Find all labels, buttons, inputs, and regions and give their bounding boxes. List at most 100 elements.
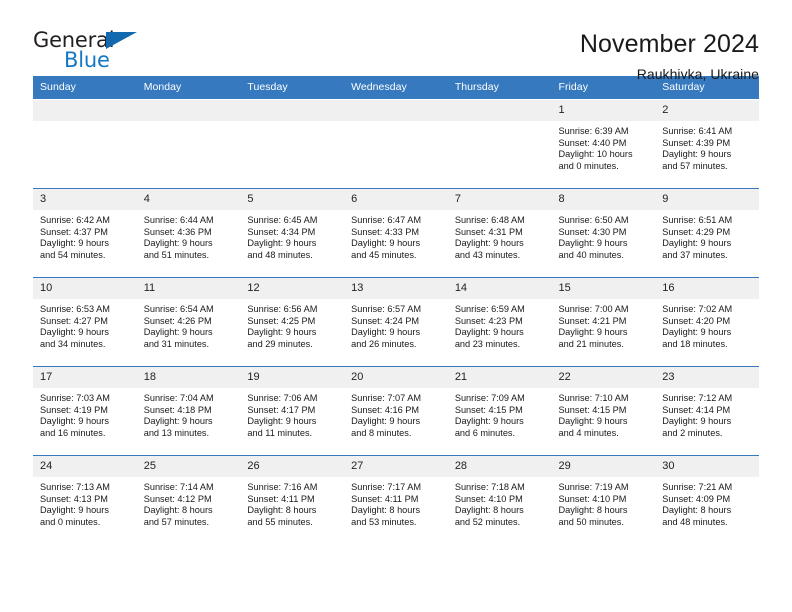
calendar-day-cell[interactable]: 26 Sunrise: 7:16 AM Sunset: 4:11 PM Dayligh…: [240, 455, 345, 545]
day-number: 6: [344, 189, 448, 210]
calendar-day-cell[interactable]: 17 Sunrise: 7:03 AM Sunset: 4:19 PM Dayligh…: [33, 366, 137, 456]
sunrise-text: Sunrise: 7:00 AM: [558, 304, 629, 314]
daylight-text-line2: and 52 minutes.: [454, 516, 521, 527]
page-title: November 2024: [579, 30, 759, 58]
calendar-day-cell[interactable]: 30 Sunrise: 7:21 AM Sunset: 4:09 PM Dayligh…: [655, 455, 759, 545]
calendar-day-cell[interactable]: 1 Sunrise: 6:39 AM Sunset: 4:40 PM Daylight…: [551, 99, 656, 189]
calendar-day-cell[interactable]: 27 Sunrise: 7:17 AM Sunset: 4:11 PM Dayligh…: [344, 455, 448, 545]
day-number: [33, 100, 137, 121]
calendar-cell-empty: [240, 99, 345, 189]
daylight-text-line1: Daylight: 9 hours: [454, 327, 524, 338]
daylight-text-line2: and 57 minutes.: [143, 516, 210, 527]
calendar-day-cell[interactable]: 18 Sunrise: 7:04 AM Sunset: 4:18 PM Dayligh…: [136, 366, 241, 456]
daylight-text-line2: and 57 minutes.: [662, 160, 728, 171]
sunset-text: Sunset: 4:30 PM: [558, 226, 627, 237]
calendar-week-row: 1 Sunrise: 6:39 AM Sunset: 4:40 PM Daylight…: [33, 99, 759, 189]
day-number: 15: [551, 278, 656, 299]
calendar-day-cell[interactable]: 16 Sunrise: 7:02 AM Sunset: 4:20 PM Dayligh…: [655, 277, 759, 367]
sunrise-text: Sunrise: 6:54 AM: [143, 304, 214, 314]
day-details: Sunrise: 7:16 AM Sunset: 4:11 PM Daylight:…: [240, 477, 344, 528]
sunset-text: Sunset: 4:21 PM: [558, 315, 627, 326]
calendar-cell-empty: [344, 99, 448, 189]
daylight-text-line2: and 26 minutes.: [351, 338, 417, 349]
sunrise-text: Sunrise: 7:16 AM: [247, 482, 318, 492]
daylight-text-line2: and 54 minutes.: [40, 249, 106, 260]
sunrise-text: Sunrise: 6:50 AM: [558, 215, 629, 225]
sunrise-text: Sunrise: 6:42 AM: [40, 215, 110, 225]
daylight-text-line1: Daylight: 9 hours: [40, 416, 109, 427]
calendar-day-cell[interactable]: 19 Sunrise: 7:06 AM Sunset: 4:17 PM Dayligh…: [240, 366, 345, 456]
calendar-day-cell[interactable]: 23 Sunrise: 7:12 AM Sunset: 4:14 PM Dayligh…: [655, 366, 759, 456]
calendar-day-cell[interactable]: 29 Sunrise: 7:19 AM Sunset: 4:10 PM Dayligh…: [551, 455, 656, 545]
sunrise-text: Sunrise: 6:59 AM: [454, 304, 525, 314]
sunrise-text: Sunrise: 6:45 AM: [247, 215, 318, 225]
sunset-text: Sunset: 4:25 PM: [247, 315, 316, 326]
daylight-text-line1: Daylight: 8 hours: [662, 505, 732, 516]
calendar-day-cell[interactable]: 24 Sunrise: 7:13 AM Sunset: 4:13 PM Dayligh…: [33, 455, 137, 545]
day-details: Sunrise: 7:06 AM Sunset: 4:17 PM Daylight:…: [240, 388, 344, 439]
day-number: 10: [33, 278, 137, 299]
day-details: Sunrise: 6:57 AM Sunset: 4:24 PM Daylight:…: [344, 299, 448, 350]
calendar-day-cell[interactable]: 15 Sunrise: 7:00 AM Sunset: 4:21 PM Dayligh…: [551, 277, 656, 367]
calendar-day-cell[interactable]: 7 Sunrise: 6:48 AM Sunset: 4:31 PM Daylight…: [447, 188, 552, 278]
daylight-text-line1: Daylight: 9 hours: [662, 238, 732, 249]
daylight-text-line1: Daylight: 9 hours: [454, 416, 524, 427]
day-details: Sunrise: 7:04 AM Sunset: 4:18 PM Daylight:…: [137, 388, 241, 439]
calendar-day-cell[interactable]: 2 Sunrise: 6:41 AM Sunset: 4:39 PM Daylight…: [655, 99, 759, 189]
calendar-day-cell[interactable]: 25 Sunrise: 7:14 AM Sunset: 4:12 PM Dayligh…: [136, 455, 241, 545]
day-details: Sunrise: 7:18 AM Sunset: 4:10 PM Daylight:…: [448, 477, 552, 528]
calendar-day-cell[interactable]: 6 Sunrise: 6:47 AM Sunset: 4:33 PM Daylight…: [344, 188, 448, 278]
sunrise-text: Sunrise: 7:06 AM: [247, 393, 318, 403]
daylight-text-line2: and 0 minutes.: [558, 160, 619, 171]
day-details: Sunrise: 7:19 AM Sunset: 4:10 PM Daylight:…: [552, 477, 656, 528]
daylight-text-line2: and 2 minutes.: [662, 427, 723, 438]
calendar-day-cell[interactable]: 3 Sunrise: 6:42 AM Sunset: 4:37 PM Daylight…: [33, 188, 137, 278]
sunset-text: Sunset: 4:12 PM: [143, 493, 212, 504]
calendar-day-cell[interactable]: 12 Sunrise: 6:56 AM Sunset: 4:25 PM Dayligh…: [240, 277, 345, 367]
calendar-day-cell[interactable]: 22 Sunrise: 7:10 AM Sunset: 4:15 PM Dayligh…: [551, 366, 656, 456]
daylight-text-line1: Daylight: 9 hours: [351, 416, 421, 427]
day-details: Sunrise: 7:00 AM Sunset: 4:21 PM Daylight:…: [552, 299, 656, 350]
calendar-day-cell[interactable]: 8 Sunrise: 6:50 AM Sunset: 4:30 PM Daylight…: [551, 188, 656, 278]
day-number: 24: [33, 456, 137, 477]
sunset-text: Sunset: 4:39 PM: [662, 137, 731, 148]
daylight-text-line2: and 51 minutes.: [143, 249, 210, 260]
daylight-text-line1: Daylight: 8 hours: [247, 505, 317, 516]
calendar-day-cell[interactable]: 5 Sunrise: 6:45 AM Sunset: 4:34 PM Daylight…: [240, 188, 345, 278]
day-number: 12: [240, 278, 345, 299]
day-number: [344, 100, 448, 121]
calendar-day-cell[interactable]: 28 Sunrise: 7:18 AM Sunset: 4:10 PM Dayligh…: [447, 455, 552, 545]
daylight-text-line2: and 31 minutes.: [143, 338, 210, 349]
sunrise-text: Sunrise: 7:21 AM: [662, 482, 733, 492]
day-number: [136, 100, 241, 121]
weekday-header-thursday: Thursday: [447, 76, 552, 100]
location-subtitle: Raukhivka, Ukraine: [636, 65, 759, 82]
calendar-day-cell[interactable]: 21 Sunrise: 7:09 AM Sunset: 4:15 PM Dayligh…: [447, 366, 552, 456]
daylight-text-line2: and 55 minutes.: [247, 516, 313, 527]
daylight-text-line1: Daylight: 9 hours: [558, 416, 628, 427]
day-details: Sunrise: 6:56 AM Sunset: 4:25 PM Daylight:…: [240, 299, 344, 350]
general-blue-logo[interactable]: General Blue: [33, 28, 148, 76]
sunset-text: Sunset: 4:15 PM: [454, 404, 523, 415]
sunset-text: Sunset: 4:23 PM: [454, 315, 523, 326]
weekday-header-sunday: Sunday: [33, 76, 137, 100]
daylight-text-line1: Daylight: 9 hours: [40, 327, 109, 338]
sunset-text: Sunset: 4:15 PM: [558, 404, 627, 415]
day-details: Sunrise: 6:51 AM Sunset: 4:29 PM Daylight:…: [655, 210, 759, 261]
daylight-text-line2: and 40 minutes.: [558, 249, 624, 260]
calendar-day-cell[interactable]: 10 Sunrise: 6:53 AM Sunset: 4:27 PM Dayligh…: [33, 277, 137, 367]
calendar-day-cell[interactable]: 13 Sunrise: 6:57 AM Sunset: 4:24 PM Dayligh…: [344, 277, 448, 367]
calendar-day-cell[interactable]: 20 Sunrise: 7:07 AM Sunset: 4:16 PM Dayligh…: [344, 366, 448, 456]
calendar-day-cell[interactable]: 9 Sunrise: 6:51 AM Sunset: 4:29 PM Daylight…: [655, 188, 759, 278]
daylight-text-line1: Daylight: 9 hours: [351, 327, 421, 338]
sunset-text: Sunset: 4:31 PM: [454, 226, 523, 237]
daylight-text-line1: Daylight: 9 hours: [558, 238, 628, 249]
sunrise-text: Sunrise: 7:02 AM: [662, 304, 733, 314]
day-details: Sunrise: 7:03 AM Sunset: 4:19 PM Daylight:…: [33, 388, 137, 439]
calendar-day-cell[interactable]: 14 Sunrise: 6:59 AM Sunset: 4:23 PM Dayligh…: [447, 277, 552, 367]
calendar-day-cell[interactable]: 4 Sunrise: 6:44 AM Sunset: 4:36 PM Daylight…: [136, 188, 241, 278]
day-details: Sunrise: 6:41 AM Sunset: 4:39 PM Daylight:…: [655, 121, 759, 172]
day-number: 19: [240, 367, 345, 388]
calendar-page: General Blue November 2024 Raukhivka, Uk…: [0, 0, 792, 612]
calendar-day-cell[interactable]: 11 Sunrise: 6:54 AM Sunset: 4:26 PM Dayligh…: [136, 277, 241, 367]
